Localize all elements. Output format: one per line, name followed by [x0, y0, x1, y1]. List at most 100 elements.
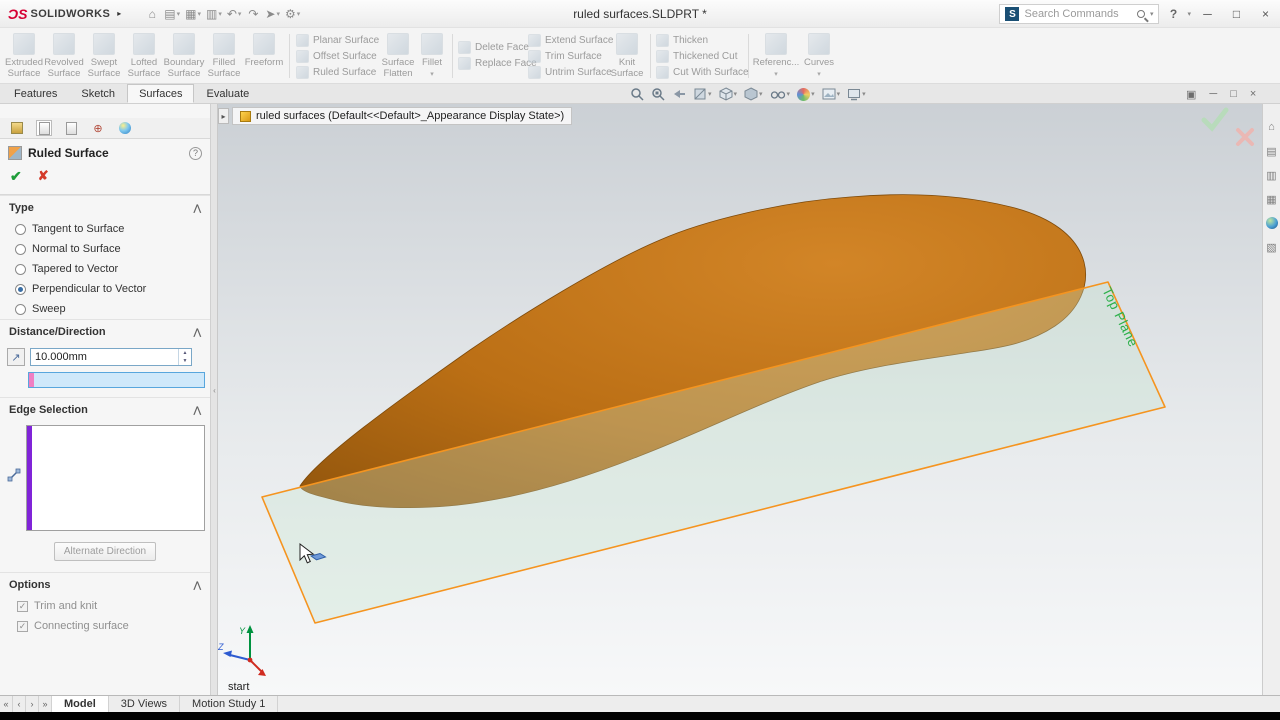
- pm-cancel-button[interactable]: ✘: [38, 168, 49, 185]
- zoom-area-icon[interactable]: [651, 87, 665, 101]
- save-icon[interactable]: ▦ ▾: [183, 4, 203, 24]
- edge-selection-list[interactable]: [26, 425, 205, 531]
- custom-properties-icon[interactable]: ▧: [1265, 240, 1279, 254]
- revolved-surface-button[interactable]: Revolved Surface: [44, 33, 84, 79]
- freeform-button[interactable]: Freeform: [244, 33, 284, 69]
- ruled-surface-button[interactable]: Ruled Surface: [296, 66, 379, 79]
- reference-vector-selection-box[interactable]: [28, 372, 205, 388]
- options-section-header[interactable]: Options ⋀: [0, 572, 210, 596]
- alternate-direction-button[interactable]: Alternate Direction: [53, 542, 157, 561]
- swept-surface-button[interactable]: Swept Surface: [84, 33, 124, 79]
- boundary-surface-button[interactable]: Boundary Surface: [164, 33, 204, 79]
- spin-up-icon[interactable]: ▲: [179, 349, 191, 357]
- displaymanager-tab[interactable]: [117, 120, 133, 136]
- tab-motion-study-1[interactable]: Motion Study 1: [180, 696, 279, 712]
- panel-splitter[interactable]: ‹: [211, 104, 218, 695]
- cut-with-surface-button[interactable]: Cut With Surface: [656, 66, 749, 79]
- dimxpertmanager-tab[interactable]: ⊕: [90, 120, 106, 136]
- radio-tapered-to-vector[interactable]: Tapered to Vector: [0, 259, 210, 279]
- distance-section-header[interactable]: Distance/Direction ⋀: [0, 319, 210, 343]
- file-explorer-icon[interactable]: ▥: [1265, 168, 1279, 182]
- previous-view-icon[interactable]: [672, 87, 686, 101]
- checkbox-trim-and-knit[interactable]: ✓ Trim and knit: [0, 596, 210, 616]
- knit-surface-button[interactable]: Knit Surface: [608, 33, 646, 79]
- distance-input[interactable]: [31, 349, 178, 365]
- radio-sweep[interactable]: Sweep: [0, 299, 210, 319]
- filled-surface-button[interactable]: Filled Surface: [204, 33, 244, 79]
- search-commands-box[interactable]: S ▾: [999, 4, 1160, 24]
- appearances-icon[interactable]: [1265, 216, 1279, 230]
- search-caret-icon[interactable]: ▾: [1150, 10, 1154, 18]
- trim-surface-button[interactable]: Trim Surface: [528, 50, 613, 63]
- featuremanager-tab[interactable]: [9, 120, 25, 136]
- menu-flyout-icon[interactable]: ▸: [117, 9, 121, 18]
- close-button[interactable]: ×: [1253, 3, 1278, 25]
- surface-flatten-button[interactable]: Surface Flatten: [378, 33, 418, 79]
- radio-normal-to-surface[interactable]: Normal to Surface: [0, 239, 210, 259]
- radio-perpendicular-to-vector[interactable]: Perpendicular to Vector: [0, 279, 210, 299]
- radio-tangent-to-surface[interactable]: Tangent to Surface: [0, 219, 210, 239]
- display-style-icon[interactable]: ▾: [744, 87, 763, 101]
- delete-face-button[interactable]: Delete Face: [458, 41, 537, 54]
- edit-appearance-icon[interactable]: ▾: [797, 87, 815, 101]
- tab-surfaces[interactable]: Surfaces: [127, 84, 195, 103]
- graphics-area[interactable]: Top Plane Y Z ▸ ruled surfaces (Default<…: [218, 104, 1262, 695]
- help-caret-icon[interactable]: ▾: [1187, 10, 1191, 18]
- pm-help-icon[interactable]: ?: [189, 146, 202, 160]
- options-gear-icon[interactable]: ⚙ ▾: [283, 4, 302, 24]
- planar-surface-button[interactable]: Planar Surface: [296, 34, 379, 47]
- view-palette-icon[interactable]: ▦: [1265, 192, 1279, 206]
- search-input[interactable]: [1024, 8, 1132, 20]
- tab-scroll-last-icon[interactable]: »: [39, 696, 52, 712]
- design-library-icon[interactable]: ▤: [1265, 144, 1279, 158]
- tab-evaluate[interactable]: Evaluate: [194, 84, 261, 103]
- reference-vector-icon[interactable]: ↗: [7, 348, 25, 366]
- tab-sketch[interactable]: Sketch: [69, 84, 127, 103]
- open-icon[interactable]: ▤ ▾: [162, 4, 182, 24]
- hide-show-items-icon[interactable]: ▾: [770, 87, 790, 101]
- untrim-surface-button[interactable]: Untrim Surface: [528, 66, 613, 79]
- home-icon[interactable]: ⌂: [143, 4, 161, 24]
- lofted-surface-button[interactable]: Lofted Surface: [124, 33, 164, 79]
- thicken-button[interactable]: Thicken: [656, 34, 749, 47]
- replace-face-button[interactable]: Replace Face: [458, 57, 537, 70]
- doc-restore-icon[interactable]: □: [1230, 88, 1237, 100]
- flyout-feature-tree-item[interactable]: ruled surfaces (Default<<Default>_Appear…: [232, 107, 573, 125]
- section-view-icon[interactable]: ▾: [693, 87, 712, 101]
- thickened-cut-button[interactable]: Thickened Cut: [656, 50, 749, 63]
- distance-spinner[interactable]: ▲ ▼: [178, 349, 191, 365]
- undo-icon[interactable]: ↶ ▾: [225, 4, 244, 24]
- confirm-cancel-icon[interactable]: [1236, 128, 1254, 146]
- tab-scroll-left-icon[interactable]: ‹: [13, 696, 26, 712]
- extruded-surface-button[interactable]: Extruded Surface: [4, 33, 44, 79]
- doc-close-icon[interactable]: ×: [1250, 88, 1256, 100]
- confirmation-corner[interactable]: [1201, 107, 1254, 146]
- search-icon[interactable]: [1136, 10, 1145, 18]
- tab-model[interactable]: Model: [52, 696, 109, 712]
- propertymanager-tab[interactable]: [36, 120, 52, 136]
- redo-icon[interactable]: ↷: [244, 4, 262, 24]
- taskpane-home-icon[interactable]: ⌂: [1265, 120, 1279, 134]
- view-settings-icon[interactable]: ▾: [847, 87, 866, 101]
- help-button[interactable]: ?: [1163, 7, 1183, 21]
- print-icon[interactable]: ▥ ▾: [204, 4, 224, 24]
- tab-scroll-right-icon[interactable]: ›: [26, 696, 39, 712]
- select-icon[interactable]: ➤ ▾: [263, 4, 282, 24]
- pm-ok-button[interactable]: ✔: [10, 168, 22, 185]
- tab-3d-views[interactable]: 3D Views: [109, 696, 181, 712]
- minimize-button[interactable]: ─: [1195, 3, 1220, 25]
- curves-button[interactable]: Curves ▾: [800, 33, 838, 78]
- featuremanager-flyout-icon[interactable]: ▸: [218, 108, 229, 124]
- display-pane-icon[interactable]: ▣: [1186, 88, 1196, 101]
- configurationmanager-tab[interactable]: [63, 120, 79, 136]
- splitter-grip-icon[interactable]: ‹: [211, 386, 218, 395]
- restore-button[interactable]: □: [1224, 3, 1249, 25]
- fillet-button[interactable]: Fillet ▾: [416, 33, 448, 78]
- checkbox-connecting-surface[interactable]: ✓ Connecting surface: [0, 616, 210, 636]
- extend-surface-button[interactable]: Extend Surface: [528, 34, 613, 47]
- view-orientation-icon[interactable]: ▾: [719, 87, 737, 101]
- doc-minimize-icon[interactable]: ─: [1209, 88, 1217, 100]
- type-section-header[interactable]: Type ⋀: [0, 195, 210, 219]
- tab-scroll-first-icon[interactable]: «: [0, 696, 13, 712]
- spin-down-icon[interactable]: ▼: [179, 357, 191, 365]
